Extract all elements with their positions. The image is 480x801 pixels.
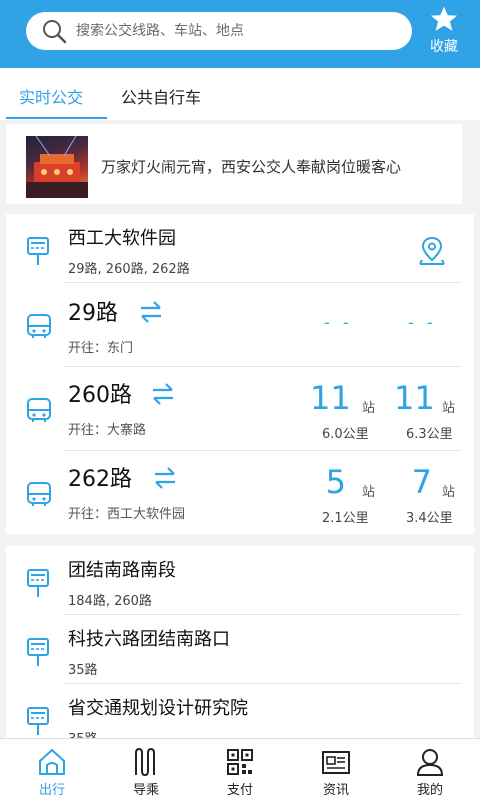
route-row[interactable]: 260路 开往：大寨路 11 站 6.0公里 11 站 6.3公里 [6, 367, 474, 450]
stop-row[interactable]: 省交通规划设计研究院 35路 [6, 684, 474, 738]
nav-label: 资讯 [322, 783, 349, 798]
eta-unit: 站 [362, 485, 376, 500]
nav-label: 支付 [226, 783, 253, 798]
active-tab-indicator [6, 117, 107, 119]
bus-stop-sign-icon [27, 569, 49, 597]
user-icon [416, 749, 444, 776]
nav-pay[interactable]: 支付 [192, 739, 288, 801]
eta-distance: 2.1公里 [322, 511, 369, 526]
bottom-nav: 出行 导乘 支付 资讯 我的 [0, 738, 480, 801]
route-guide-icon [135, 747, 155, 777]
search-box[interactable] [26, 12, 412, 50]
search-input[interactable] [76, 23, 376, 39]
stop-header-row[interactable]: 西工大软件园 29路, 260路, 262路 [6, 214, 474, 282]
route-number: 260路 [68, 383, 132, 408]
stop-lines: 29路, 260路, 262路 [68, 262, 190, 277]
stop-name: 科技六路团结南路口 [68, 629, 230, 650]
route-row[interactable]: 29路 开往：东门 - - - - [6, 283, 474, 366]
stop-lines: 35路 [68, 663, 98, 678]
eta-unit: 站 [442, 401, 456, 416]
eta-unit: 站 [442, 485, 456, 500]
favorites-label: 收藏 [430, 39, 458, 55]
favorites-button[interactable]: 收藏 [418, 4, 470, 60]
eta-distance: 6.3公里 [406, 427, 453, 442]
news-thumbnail [26, 135, 88, 198]
bus-stop-sign-icon [27, 237, 49, 265]
eta-stops: 11 [310, 379, 351, 417]
stop-name: 西工大软件园 [68, 228, 176, 249]
nav-travel[interactable]: 出行 [4, 739, 100, 801]
location-pin-icon[interactable] [418, 236, 446, 266]
news-banner[interactable]: 万家灯火闹元宵，西安公交人奉献岗位暖客心 [6, 124, 462, 204]
eta-unit: 站 [362, 401, 376, 416]
qr-code-icon [227, 749, 253, 775]
stop-name: 省交通规划设计研究院 [68, 698, 248, 719]
route-number: 262路 [68, 467, 132, 492]
nav-guide[interactable]: 导乘 [98, 739, 194, 801]
tab-realtime-bus[interactable]: 实时公交 [19, 68, 83, 120]
stop-lines: 184路, 260路 [68, 594, 152, 609]
eta-distance: 3.4公里 [406, 511, 453, 526]
nav-label: 出行 [38, 783, 65, 798]
tab-bar: 实时公交 公共自行车 [0, 68, 480, 120]
swap-direction-icon[interactable] [152, 465, 178, 491]
route-number: 29路 [68, 301, 118, 326]
stop-name: 团结南路南段 [68, 560, 176, 581]
bus-icon [27, 314, 51, 338]
bus-icon [27, 482, 51, 506]
search-icon [32, 18, 76, 44]
eta-stops: 11 [394, 379, 435, 417]
stop-row[interactable]: 科技六路团结南路口 35路 [6, 615, 474, 683]
nav-profile[interactable]: 我的 [382, 739, 478, 801]
news-headline: 万家灯火闹元宵，西安公交人奉献岗位暖客心 [101, 158, 402, 176]
stop-lines: 35路 [68, 728, 98, 738]
route-direction: 开往：西工大软件园 [68, 507, 186, 522]
top-bar: 收藏 [0, 0, 480, 68]
swap-direction-icon[interactable] [150, 381, 176, 407]
route-direction: 开往：东门 [68, 341, 134, 356]
eta-unavailable: - - [324, 313, 353, 332]
nav-news[interactable]: 资讯 [288, 739, 384, 801]
route-row[interactable]: 262路 开往：西工大软件园 5 站 2.1公里 7 站 3.4公里 [6, 451, 474, 534]
tab-public-bike[interactable]: 公共自行车 [121, 68, 201, 120]
bus-icon [27, 398, 51, 422]
eta-distance: 6.0公里 [322, 427, 369, 442]
bus-stop-sign-icon [27, 638, 49, 666]
route-direction: 开往：大寨路 [68, 423, 147, 438]
eta-unavailable: - - [408, 313, 437, 332]
swap-direction-icon[interactable] [138, 299, 164, 325]
nav-label: 导乘 [132, 783, 159, 798]
newspaper-icon [322, 751, 350, 774]
star-icon [430, 6, 458, 31]
nav-label: 我的 [416, 783, 443, 798]
nearby-stop-card: 西工大软件园 29路, 260路, 262路 29路 开往：东门 - - - - [6, 214, 474, 534]
eta-stops: 7 [411, 463, 432, 501]
home-icon [39, 748, 65, 775]
stop-row[interactable]: 团结南路南段 184路, 260路 [6, 546, 474, 614]
bus-stop-sign-icon [27, 707, 49, 735]
eta-stops: 5 [325, 463, 346, 501]
other-stops-card: 团结南路南段 184路, 260路 科技六路团结南路口 35路 省交通规划设计研… [6, 546, 474, 738]
